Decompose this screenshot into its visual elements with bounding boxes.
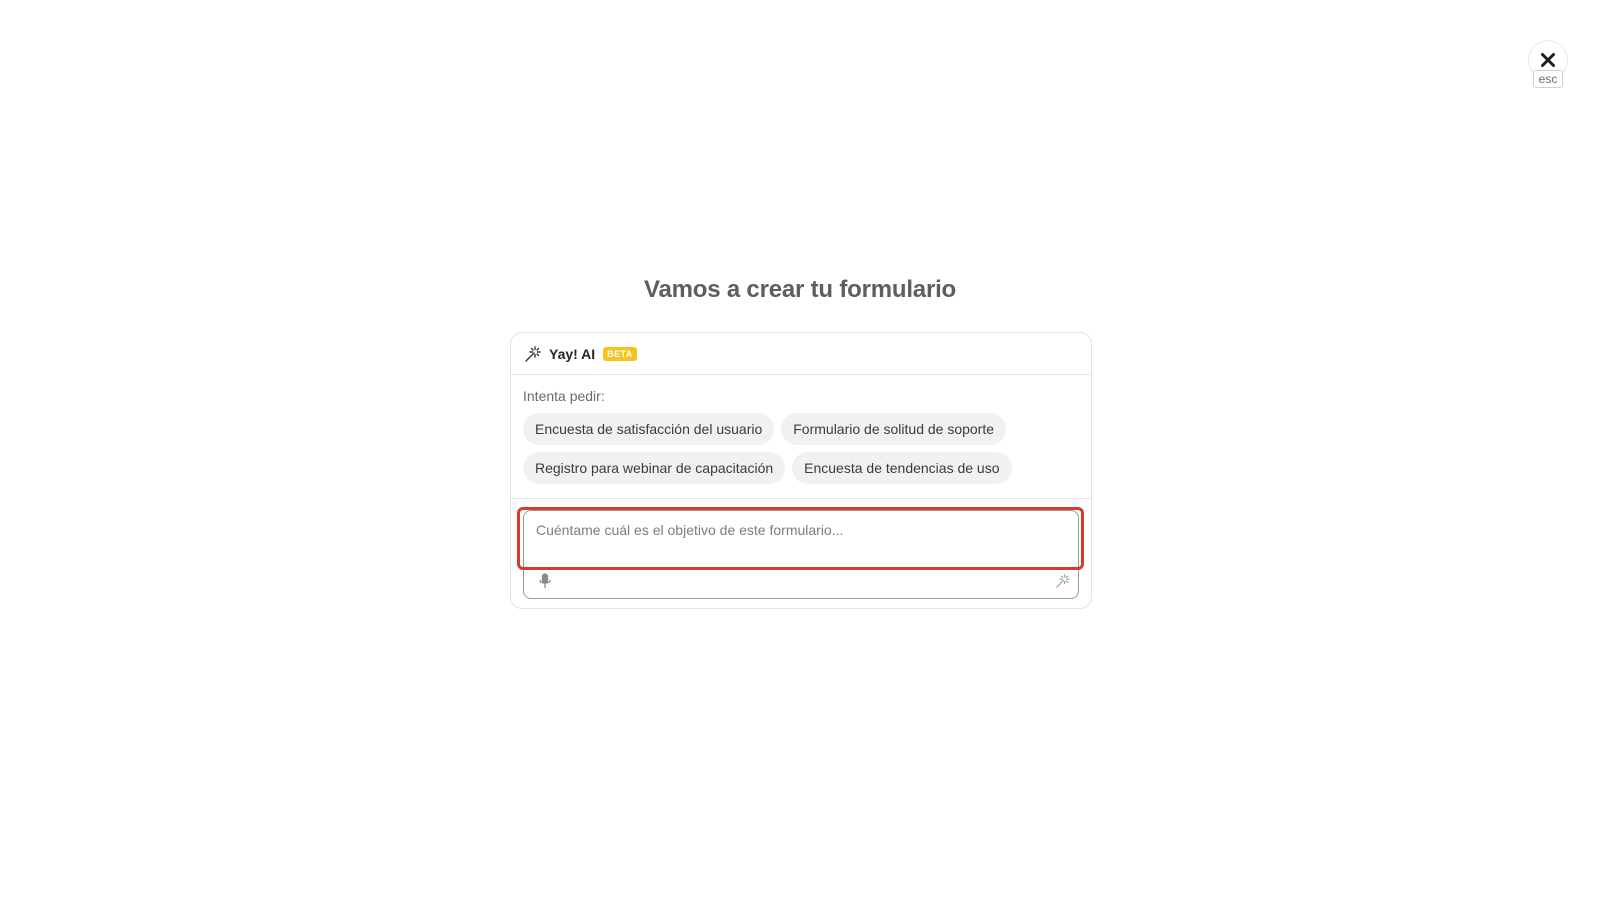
suggestions-section: Intenta pedir: Encuesta de satisfacción … xyxy=(511,375,1091,499)
prompt-area xyxy=(511,499,1091,599)
suggestion-chip-support-request[interactable]: Formulario de solitud de soporte xyxy=(781,413,1007,445)
page-title: Vamos a crear tu formulario xyxy=(643,276,957,303)
assistant-name: Yay! AI xyxy=(549,345,596,362)
card-header: Yay! AI BETA xyxy=(511,333,1091,375)
microphone-icon[interactable] xyxy=(538,573,552,589)
prompt-input[interactable] xyxy=(524,511,1078,571)
suggestion-chip-usage-trends[interactable]: Encuesta de tendencias de uso xyxy=(792,452,1012,484)
prompt-box xyxy=(523,510,1079,599)
suggestions-label: Intenta pedir: xyxy=(523,388,605,404)
page: esc Vamos a crear tu formulario Yay! AI … xyxy=(0,0,1600,900)
close-icon xyxy=(1540,52,1556,68)
generate-magic-wand-icon[interactable] xyxy=(1054,573,1070,589)
beta-badge: BETA xyxy=(603,346,637,361)
suggestion-row: Encuesta de satisfacción del usuario For… xyxy=(523,413,1079,445)
suggestion-chip-user-satisfaction[interactable]: Encuesta de satisfacción del usuario xyxy=(523,413,775,445)
ai-form-card: Yay! AI BETA Intenta pedir: Encuesta de … xyxy=(510,332,1092,609)
close-control: esc xyxy=(1528,40,1568,88)
esc-hint: esc xyxy=(1532,70,1564,88)
suggestion-row: Registro para webinar de capacitación En… xyxy=(523,452,1079,484)
suggestion-chip-webinar-registration[interactable]: Registro para webinar de capacitación xyxy=(523,452,786,484)
magic-wand-icon xyxy=(523,345,541,363)
